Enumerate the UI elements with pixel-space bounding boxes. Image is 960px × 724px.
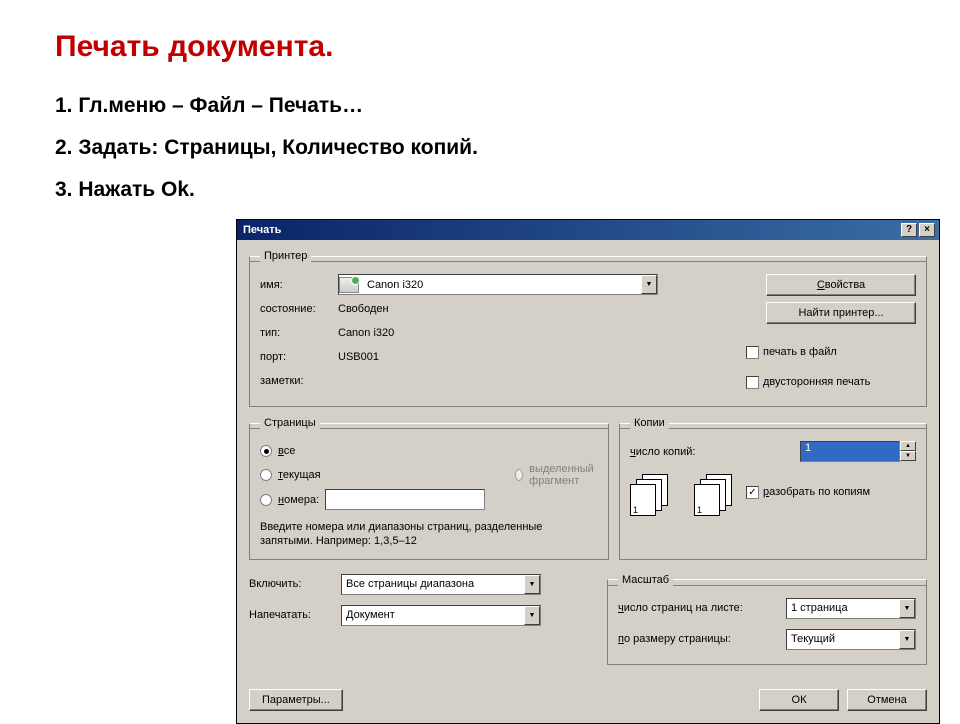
radio-icon [260,494,272,506]
ok-button[interactable]: ОК [759,689,839,711]
status-value: Свободен [338,303,389,315]
chevron-down-icon: ▼ [899,630,915,649]
checkbox-icon [746,346,759,359]
pages-current-radio[interactable]: текущая [260,465,485,485]
checkbox-icon [746,376,759,389]
pages-per-sheet-label: число страниц на листе: [618,602,786,614]
copies-spinner[interactable]: 1 ▲ ▼ [800,441,916,462]
print-dialog: Печать ? × Принтер имя: Canon i320 ▼ сос… [236,219,940,724]
dialog-title: Печать [241,224,899,236]
print-what-label: Напечатать: [249,609,341,621]
copies-label: число копий: [630,446,800,458]
copies-group: Копии число копий: 1 ▲ ▼ 321 321 [619,417,927,560]
include-value: Все страницы диапазона [342,578,524,590]
copies-value[interactable]: 1 [800,441,900,462]
chevron-down-icon: ▼ [524,606,540,625]
name-label: имя: [260,279,338,291]
printer-legend: Принтер [260,250,311,262]
properties-button[interactable]: Свойства [766,274,916,296]
scale-to-combo[interactable]: Текущий ▼ [786,629,916,650]
page-title: Печать документа. [55,30,905,64]
page-numbers-input[interactable] [325,489,485,510]
print-what-value: Документ [342,609,524,621]
step-3: 3. Нажать Ok. [55,178,905,202]
radio-icon [260,469,272,481]
chevron-down-icon: ▼ [641,275,657,294]
spin-up-icon[interactable]: ▲ [900,441,916,451]
printer-name-combo[interactable]: Canon i320 ▼ [338,274,658,295]
pages-selection-radio: выделенный фрагмент [515,463,598,487]
cancel-button[interactable]: Отмена [847,689,927,711]
pages-hint: Введите номера или диапазоны страниц, ра… [260,520,598,549]
pages-all-radio[interactable]: все [260,441,485,461]
duplex-checkbox[interactable]: двусторонняя печать [746,372,916,392]
notes-label: заметки: [260,375,338,387]
scale-group: Масштаб число страниц на листе: 1 страни… [607,574,927,665]
printer-icon [339,277,359,293]
collate-icon: 321 321 [630,474,734,514]
collate-checkbox[interactable]: ✓ разобрать по копиям [746,482,870,502]
spin-down-icon[interactable]: ▼ [900,451,916,461]
pages-numbers-radio[interactable]: номера: [260,489,485,510]
params-button[interactable]: Параметры... [249,689,343,711]
titlebar[interactable]: Печать ? × [237,220,939,240]
print-to-file-checkbox[interactable]: печать в файл [746,342,916,362]
type-label: тип: [260,327,338,339]
help-button[interactable]: ? [901,223,917,237]
print-what-combo[interactable]: Документ ▼ [341,605,541,626]
collate-label: разобрать по копиям [763,486,870,498]
scale-to-value: Текущий [787,633,899,645]
copies-legend: Копии [630,417,669,429]
pages-per-sheet-value: 1 страница [787,602,899,614]
printer-name-value: Canon i320 [363,279,641,291]
include-combo[interactable]: Все страницы диапазона ▼ [341,574,541,595]
print-to-file-label: печать в файл [763,346,837,358]
pages-legend: Страницы [260,417,320,429]
printer-group: Принтер имя: Canon i320 ▼ состояние:Своб… [249,250,927,407]
scale-legend: Масштаб [618,574,673,586]
scale-to-label: по размеру страницы: [618,633,786,645]
status-label: состояние: [260,303,338,315]
close-button[interactable]: × [919,223,935,237]
find-printer-button[interactable]: Найти принтер... [766,302,916,324]
pages-group: Страницы все текущая номера: выделенный … [249,417,609,560]
pages-selection-label: выделенный фрагмент [529,463,598,487]
pages-per-sheet-combo[interactable]: 1 страница ▼ [786,598,916,619]
checkbox-icon: ✓ [746,486,759,499]
step-2: 2. Задать: Страницы, Количество копий. [55,136,905,160]
radio-icon [515,469,523,481]
port-label: порт: [260,351,338,363]
step-1: 1. Гл.меню – Файл – Печать… [55,94,905,118]
radio-icon [260,445,272,457]
port-value: USB001 [338,351,379,363]
duplex-label: двусторонняя печать [763,376,870,388]
chevron-down-icon: ▼ [524,575,540,594]
chevron-down-icon: ▼ [899,599,915,618]
type-value: Canon i320 [338,327,394,339]
include-label: Включить: [249,578,341,590]
